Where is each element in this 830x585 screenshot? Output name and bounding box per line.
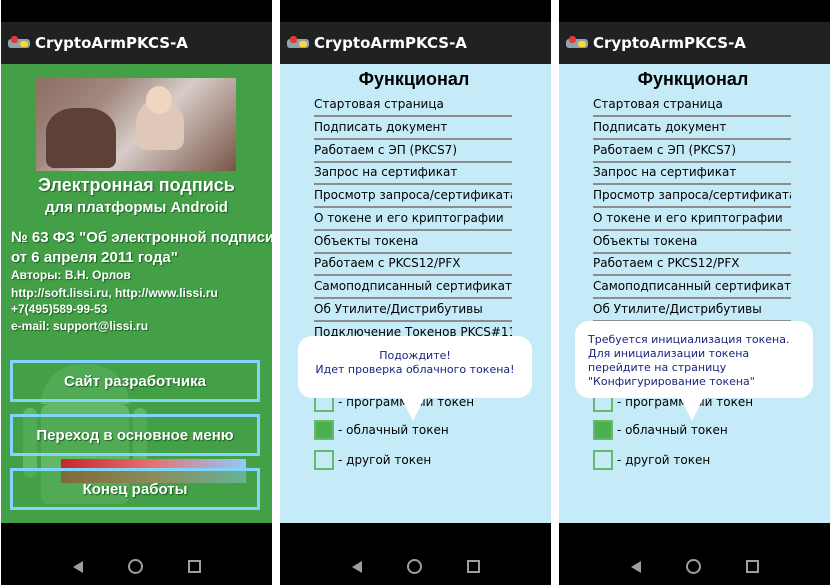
recent-apps-icon[interactable] — [467, 560, 480, 573]
menu-item-token-crypto[interactable]: О токене и его криптографии — [593, 208, 791, 231]
email-text: e-mail: support@lissi.ru — [11, 319, 149, 333]
menu-item-selfsigned[interactable]: Самоподписанный сертификат — [593, 276, 791, 299]
app-title: CryptoArmPKCS-A — [593, 34, 746, 52]
label-cloud-token: - облачный токен — [617, 423, 728, 437]
checkbox-other-token[interactable] — [593, 450, 613, 470]
phone-screen-checking: CryptoArmPKCS-A Функционал Стартовая стр… — [280, 0, 551, 585]
menu-item-cert-request[interactable]: Запрос на сертификат — [314, 162, 512, 185]
menu-item-view-request[interactable]: Просмотр запроса/сертификата — [593, 185, 791, 208]
label-other-token: - другой токен — [338, 453, 432, 467]
label-cloud-token: - облачный токен — [338, 423, 449, 437]
toast-checking: Подождите! Идет проверка облачного токен… — [298, 336, 532, 398]
menu-item-sign-document[interactable]: Подписать документ — [593, 117, 791, 140]
menu-item-pkcs7[interactable]: Работаем с ЭП (PKCS7) — [314, 140, 512, 163]
home-icon[interactable] — [128, 559, 143, 574]
menu-item-token-objects[interactable]: Объекты токена — [593, 231, 791, 254]
toast-tail — [401, 397, 425, 421]
app-bar: CryptoArmPKCS-A — [280, 22, 551, 64]
app-title: CryptoArmPKCS-A — [314, 34, 467, 52]
menu-item-cert-request[interactable]: Запрос на сертификат — [593, 162, 791, 185]
back-icon[interactable] — [631, 561, 641, 573]
functional-title: Функционал — [637, 69, 749, 89]
heading-signature: Электронная подпись — [38, 175, 235, 195]
menu-item-pkcs7[interactable]: Работаем с ЭП (PKCS7) — [593, 140, 791, 163]
start-content: Электронная подпись для платформы Androi… — [1, 64, 272, 523]
app-bar: CryptoArmPKCS-A — [559, 22, 830, 64]
author-photo — [36, 78, 236, 171]
menu-item-selfsigned[interactable]: Самоподписанный сертификат — [314, 276, 512, 299]
checkbox-cloud-token[interactable] — [593, 420, 613, 440]
app-logo-icon — [8, 36, 30, 50]
label-other-token: - другой токен — [617, 453, 711, 467]
authors-text: Авторы: В.Н. Орлов — [11, 268, 131, 282]
menu-item-view-request[interactable]: Просмотр запроса/сертификата — [314, 185, 512, 208]
menu-item-about[interactable]: Об Утилите/Дистрибутивы — [593, 299, 791, 322]
back-icon[interactable] — [352, 561, 362, 573]
exit-button[interactable]: Конец работы — [10, 468, 260, 510]
law-line-1: № 63 ФЗ "Об электронной подписи — [11, 229, 272, 246]
functional-content: Функционал Стартовая страница Подписать … — [280, 64, 551, 523]
app-bar: CryptoArmPKCS-A — [1, 22, 272, 64]
app-logo-icon — [287, 36, 309, 50]
recent-apps-icon[interactable] — [746, 560, 759, 573]
menu-item-start-page[interactable]: Стартовая страница — [593, 94, 791, 117]
toast-line-3: перейдите на страницу — [588, 361, 727, 374]
toast-tail — [680, 397, 704, 421]
toast-line-1: Требуется инициализация токена. — [588, 333, 790, 346]
toast-line-2: Для инициализации токена — [588, 347, 750, 360]
menu-item-start-page[interactable]: Стартовая страница — [314, 94, 512, 117]
developer-site-button[interactable]: Сайт разработчика — [10, 360, 260, 402]
toast-line-2: Идет проверка облачного токена! — [315, 363, 515, 376]
law-line-2: от 6 апреля 2011 года" — [11, 249, 178, 266]
recent-apps-icon[interactable] — [188, 560, 201, 573]
nav-bar — [280, 523, 551, 585]
back-icon[interactable] — [73, 561, 83, 573]
heading-platform: для платформы Android — [45, 199, 228, 216]
home-icon[interactable] — [686, 559, 701, 574]
menu-item-pkcs12[interactable]: Работаем с PKCS12/PFX — [593, 253, 791, 276]
app-title: CryptoArmPKCS-A — [35, 34, 188, 52]
toast-line-1: Подождите! — [379, 349, 451, 362]
menu-item-sign-document[interactable]: Подписать документ — [314, 117, 512, 140]
menu-item-about[interactable]: Об Утилите/Дистрибутивы — [314, 299, 512, 322]
menu-item-pkcs12[interactable]: Работаем с PKCS12/PFX — [314, 253, 512, 276]
phone-text: +7(495)589-99-53 — [11, 302, 108, 316]
phone-screen-start: CryptoArmPKCS-A Электронная подпись для … — [1, 0, 272, 585]
nav-bar — [559, 523, 830, 585]
menu-item-token-objects[interactable]: Объекты токена — [314, 231, 512, 254]
nav-bar — [1, 523, 272, 585]
sites-text: http://soft.lissi.ru, http://www.lissi.r… — [11, 286, 218, 300]
functional-title: Функционал — [358, 69, 470, 89]
toast-init-required: Требуется инициализация токена. Для иниц… — [575, 321, 813, 398]
app-logo-icon — [566, 36, 588, 50]
phone-screen-init-required: CryptoArmPKCS-A Функционал Стартовая стр… — [559, 0, 830, 585]
home-icon[interactable] — [407, 559, 422, 574]
menu-item-token-crypto[interactable]: О токене и его криптографии — [314, 208, 512, 231]
functional-content: Функционал Стартовая страница Подписать … — [559, 64, 830, 523]
toast-line-4: "Конфигурирование токена" — [588, 375, 755, 388]
checkbox-cloud-token[interactable] — [314, 420, 334, 440]
main-menu-button[interactable]: Переход в основное меню — [10, 414, 260, 456]
checkbox-other-token[interactable] — [314, 450, 334, 470]
